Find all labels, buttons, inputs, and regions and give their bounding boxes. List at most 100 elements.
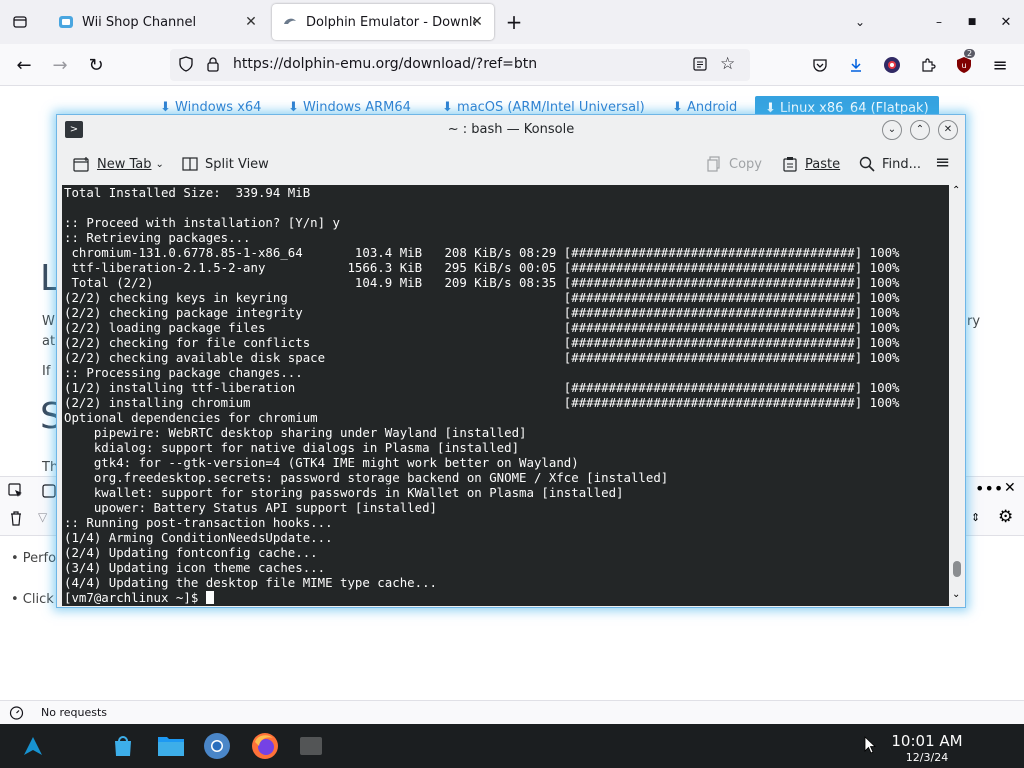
back-icon[interactable]: ← xyxy=(10,51,38,79)
minimize-icon[interactable]: ⌄ xyxy=(882,120,902,140)
hamburger-menu-icon[interactable]: ≡ xyxy=(935,152,950,173)
scrollbar-thumb[interactable] xyxy=(953,561,961,577)
terminal-output[interactable]: Total Installed Size: 339.94 MiB :: Proc… xyxy=(62,185,949,606)
wii-shop-favicon-icon xyxy=(58,14,74,30)
find-label: Find... xyxy=(882,156,922,172)
konsole-title-bar[interactable]: > ~ : bash — Konsole ⌄ ⌃ ✕ xyxy=(57,115,965,145)
tab-label: Wii Shop Channel xyxy=(82,14,197,30)
file-manager-icon[interactable] xyxy=(156,731,186,761)
downloads-icon[interactable] xyxy=(842,51,870,79)
url-text[interactable]: https://dolphin-emu.org/download/?ref=bt… xyxy=(233,56,537,72)
scroll-down-icon[interactable]: ⌄ xyxy=(952,589,960,600)
chevron-down-icon[interactable]: ⌄ xyxy=(846,8,874,36)
text-cursor xyxy=(205,591,214,604)
dropdown-chevron-icon[interactable]: ⇕ xyxy=(971,511,980,524)
terminal-line: (2/2) loading package files [###########… xyxy=(64,320,900,335)
konsole-task-icon[interactable] xyxy=(296,731,326,761)
download-windows-arm64-button[interactable]: ⬇ Windows ARM64 xyxy=(288,100,411,115)
new-tab-button[interactable]: New Tab ⌄ xyxy=(73,155,164,173)
terminal-line: pipewire: WebRTC desktop sharing under W… xyxy=(64,425,527,440)
more-options-icon[interactable]: ••• xyxy=(975,479,1003,498)
terminal-scrollbar[interactable]: ⌃ ⌄ xyxy=(950,185,964,606)
maximize-icon[interactable]: ■ xyxy=(958,8,986,36)
devtools-status-bar: No requests xyxy=(0,700,1024,724)
forward-icon[interactable]: → xyxy=(46,51,74,79)
extensions-puzzle-icon[interactable] xyxy=(914,51,942,79)
page-text-fragment: at xyxy=(42,334,56,349)
list-all-tabs-icon[interactable] xyxy=(6,8,34,36)
timer-icon xyxy=(9,705,24,723)
download-android-button[interactable]: ⬇ Android xyxy=(672,100,737,115)
network-status-text: No requests xyxy=(41,706,107,719)
url-bar[interactable]: https://dolphin-emu.org/download/?ref=bt… xyxy=(170,49,750,81)
terminal-line: kdialog: support for native dialogs in P… xyxy=(64,440,520,455)
discover-store-icon[interactable] xyxy=(108,731,138,761)
terminal-line: upower: Battery Status API support [inst… xyxy=(64,500,437,515)
terminal-line: :: Proceed with installation? [Y/n] y xyxy=(64,215,341,230)
new-tab-icon xyxy=(73,155,91,173)
shield-icon[interactable] xyxy=(178,56,194,76)
download-macos-button[interactable]: ⬇ macOS (ARM/Intel Universal) xyxy=(442,100,645,115)
paste-label: Paste xyxy=(805,156,841,172)
chevron-down-icon[interactable]: ⌄ xyxy=(156,159,164,170)
terminal-line: chromium-131.0.6778.85-1-x86_64 103.4 Mi… xyxy=(64,245,900,260)
terminal-line: (2/2) checking for file conflicts [#####… xyxy=(64,335,900,350)
search-icon xyxy=(858,155,876,173)
clock-time: 10:01 AM xyxy=(891,732,963,750)
terminal-line: Optional dependencies for chromium xyxy=(64,410,318,425)
scroll-up-icon[interactable]: ⌃ xyxy=(952,185,960,196)
clock-date: 12/3/24 xyxy=(905,751,949,764)
terminal-line: (2/2) checking keys in keyring [########… xyxy=(64,290,900,305)
tab-wii-shop-channel[interactable]: Wii Shop Channel ✕ xyxy=(48,4,268,40)
taskbar: 10:01 AM 12/3/24 xyxy=(0,724,1024,768)
system-clock[interactable]: 10:01 AM 12/3/24 xyxy=(880,732,974,764)
gear-icon[interactable]: ⚙ xyxy=(998,507,1013,527)
page-text-fragment: If xyxy=(42,364,51,379)
arch-launcher-icon[interactable] xyxy=(18,731,48,761)
terminal-app-icon[interactable]: > xyxy=(65,121,83,138)
close-window-icon[interactable]: ✕ xyxy=(938,120,958,140)
firefox-icon[interactable] xyxy=(250,731,280,761)
close-tab-icon[interactable]: ✕ xyxy=(468,13,486,31)
account-avatar-icon[interactable] xyxy=(878,51,906,79)
shell-prompt: [vm7@archlinux ~]$ xyxy=(64,590,206,605)
trash-icon[interactable] xyxy=(9,510,23,530)
copy-icon xyxy=(705,155,723,173)
split-view-label: Split View xyxy=(205,156,269,172)
terminal-line: kwallet: support for storing passwords i… xyxy=(64,485,624,500)
terminal-line: ttf-liberation-2.1.5-2-any 1566.3 KiB 29… xyxy=(64,260,900,275)
konsole-toolbar: New Tab ⌄ Split View Copy Paste Find... … xyxy=(57,145,965,185)
extension-badge: 2 xyxy=(964,49,976,58)
download-windows-x64-button[interactable]: ⬇ Windows x64 xyxy=(160,100,261,115)
close-tab-icon[interactable]: ✕ xyxy=(242,13,260,31)
pocket-icon[interactable] xyxy=(806,51,834,79)
close-window-icon[interactable]: ✕ xyxy=(992,8,1020,36)
responsive-design-icon[interactable] xyxy=(42,483,56,502)
find-button[interactable]: Find... xyxy=(858,155,921,173)
terminal-line: (2/4) Updating fontconfig cache... xyxy=(64,545,318,560)
new-tab-icon[interactable]: + xyxy=(500,8,528,36)
terminal-line: :: Retrieving packages... xyxy=(64,230,251,245)
paste-button[interactable]: Paste xyxy=(781,155,840,173)
terminal-line: (2/2) checking package integrity [######… xyxy=(64,305,900,320)
ublock-origin-icon[interactable]: u 2 xyxy=(950,49,978,79)
copy-button[interactable]: Copy xyxy=(705,155,762,173)
bookmark-star-icon[interactable]: ☆ xyxy=(720,54,735,74)
filter-icon[interactable]: ▽ xyxy=(38,510,47,524)
konsole-window[interactable]: > ~ : bash — Konsole ⌄ ⌃ ✕ New Tab ⌄ Spl… xyxy=(56,114,966,608)
minimize-icon[interactable]: – xyxy=(925,8,953,36)
chromium-icon[interactable] xyxy=(202,731,232,761)
split-view-button[interactable]: Split View xyxy=(181,155,269,173)
tab-dolphin-emulator[interactable]: Dolphin Emulator - Download ✕ xyxy=(272,4,494,40)
lock-icon[interactable] xyxy=(206,56,220,76)
maximize-icon[interactable]: ⌃ xyxy=(910,120,930,140)
terminal-line: (2/2) checking available disk space [###… xyxy=(64,350,900,365)
element-picker-icon[interactable] xyxy=(8,483,24,503)
close-devtools-icon[interactable]: ✕ xyxy=(1004,480,1016,496)
hamburger-menu-icon[interactable]: ≡ xyxy=(986,51,1014,79)
terminal-line: (1/2) installing ttf-liberation [#######… xyxy=(64,380,900,395)
desktop: Wii Shop Channel ✕ Dolphin Emulator - Do… xyxy=(0,0,1024,768)
reader-view-icon[interactable] xyxy=(692,56,708,76)
terminal-line: (4/4) Updating the desktop file MIME typ… xyxy=(64,575,437,590)
reload-icon[interactable]: ↻ xyxy=(82,51,110,79)
